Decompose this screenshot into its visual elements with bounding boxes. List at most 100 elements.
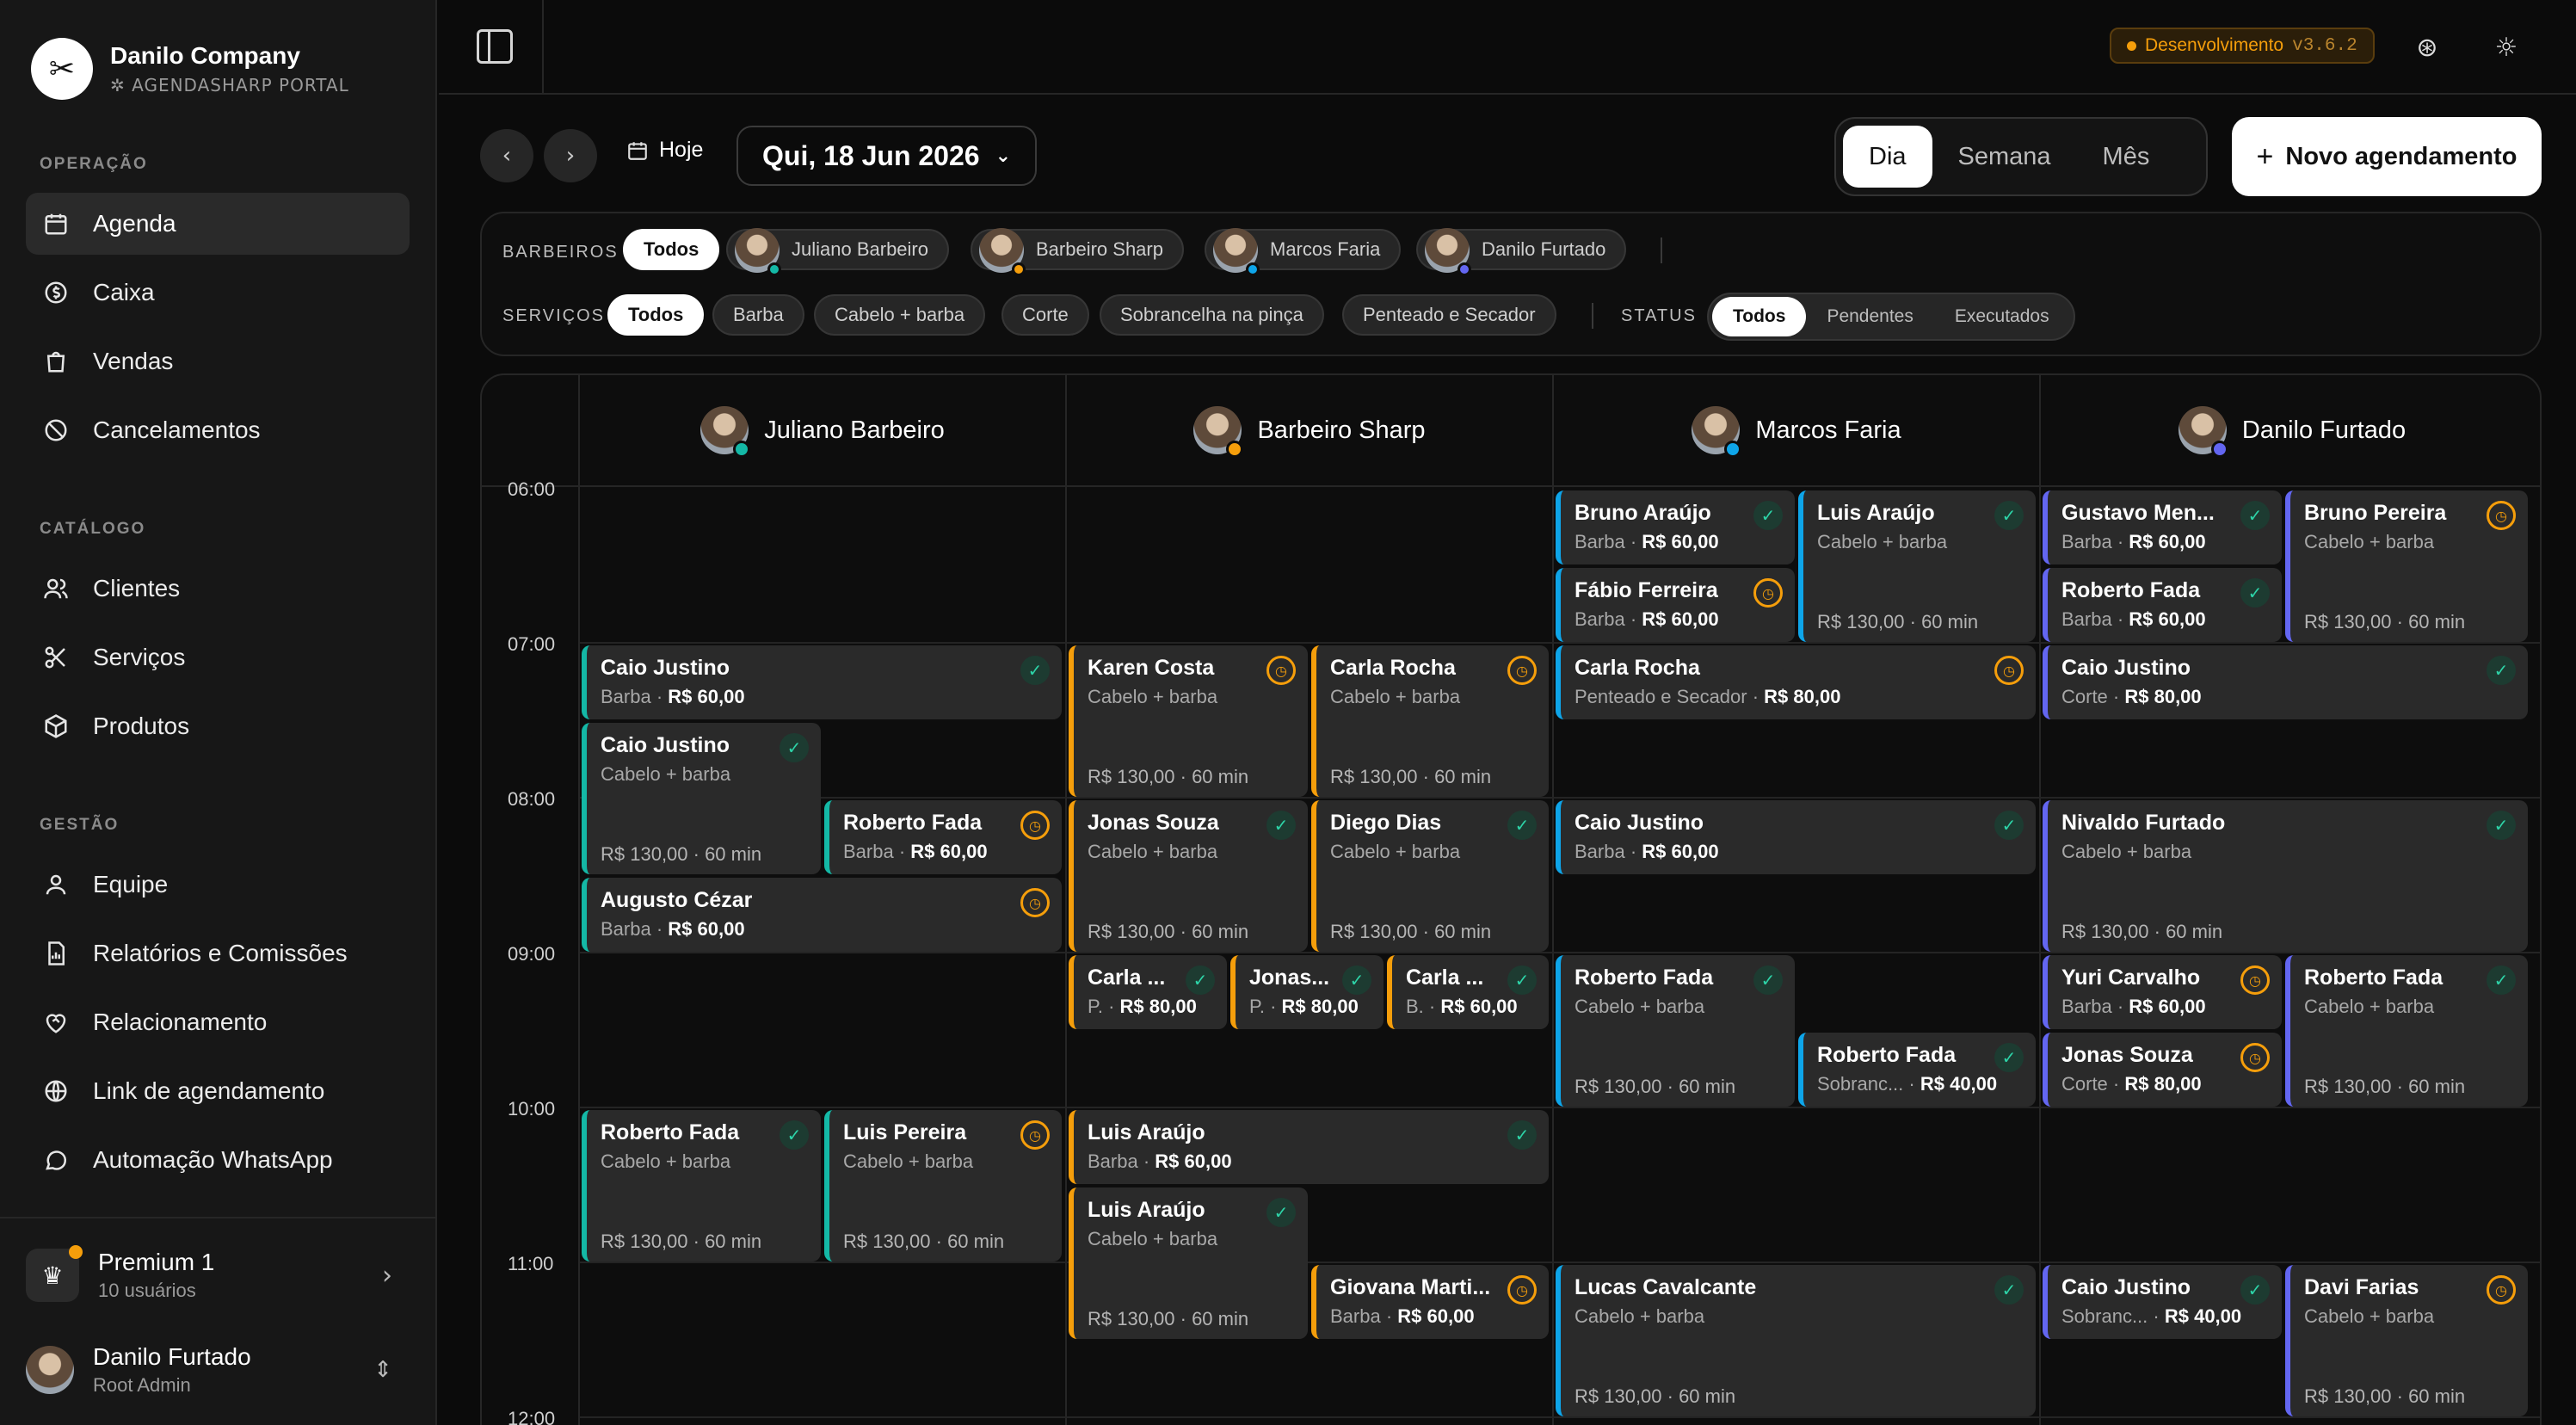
column-header-sharp: Barbeiro Sharp (1065, 375, 1552, 485)
status-filter-all[interactable]: Todos (1712, 297, 1807, 336)
appointment-card[interactable]: Caio Justino Barba · R$ 60,00 ✓ (582, 645, 1062, 719)
appointment-card[interactable]: Karen Costa Cabelo + barba R$ 130,00 · 60 … (1069, 645, 1308, 797)
appointment-card[interactable]: Caio Justino Barba · R$ 60,00 ✓ (1556, 800, 2036, 874)
barber-filter-juliano[interactable]: Juliano Barbeiro (726, 228, 949, 276)
nav-item-relatorios[interactable]: Relatórios e Comissões (26, 922, 410, 984)
appointment-card[interactable]: Jonas Souza Cabelo + barba R$ 130,00 · 60 … (1069, 800, 1308, 952)
new-appointment-button[interactable]: + Novo agendamento (2232, 117, 2542, 196)
appointment-card[interactable]: Jonas Souza Corte · R$ 80,00 ◷ (2043, 1033, 2282, 1107)
clock-pending-icon: ◷ (1020, 1120, 1050, 1150)
view-day-button[interactable]: Dia (1843, 126, 1932, 188)
sun-icon[interactable]: ☼ (2490, 31, 2523, 64)
today-button[interactable]: Hoje (626, 138, 703, 163)
appointment-card[interactable]: Yuri Carvalho Barba · R$ 60,00 ◷ (2043, 955, 2282, 1029)
appointment-card[interactable]: Roberto Fada Cabelo + barba R$ 130,00 · 60… (2285, 955, 2528, 1107)
lifebuoy-icon[interactable]: ⊛ (2411, 31, 2444, 64)
shopping-bag-icon (41, 347, 71, 376)
nav-item-cancelamentos[interactable]: Cancelamentos (26, 399, 410, 461)
service-filter-all[interactable]: Todos (607, 294, 705, 336)
appointment-client: Roberto Fada (1575, 965, 1714, 990)
nav-item-servicos[interactable]: Serviços (26, 626, 410, 688)
separator: · (1624, 531, 1642, 552)
appointment-card[interactable]: Bruno Araújo Barba · R$ 60,00 ✓ (1556, 490, 1795, 564)
appointment-card[interactable]: Roberto Fada Barba · R$ 60,00 ◷ (824, 800, 1062, 874)
view-week-button[interactable]: Semana (1932, 126, 2077, 188)
appointment-card[interactable]: Luis Pereira Cabelo + barba R$ 130,00 · 60… (824, 1110, 1062, 1262)
appointment-card[interactable]: Lucas Cavalcante Cabelo + barba R$ 130,00 … (1556, 1265, 2036, 1416)
appointment-card[interactable]: Roberto Fada Sobranc... · R$ 40,00 ✓ (1798, 1033, 2036, 1107)
sidebar-toggle-icon[interactable] (477, 29, 513, 64)
nav-item-equipe[interactable]: Equipe (26, 854, 410, 916)
nav-item-automacao-whatsapp[interactable]: Automação WhatsApp (26, 1129, 410, 1191)
nav-item-agenda[interactable]: Agenda (26, 193, 410, 255)
nav-item-caixa[interactable]: Caixa (26, 262, 410, 324)
appointment-card[interactable]: Augusto Cézar Barba · R$ 60,00 ◷ (582, 878, 1062, 952)
barber-filter-all[interactable]: Todos (623, 229, 720, 270)
appointment-price: R$ 80,00 (1119, 996, 1197, 1017)
appointment-card[interactable]: Caio Justino Corte · R$ 80,00 ✓ (2043, 645, 2528, 719)
service-filter-sobrancelha[interactable]: Sobrancelha na pinça (1100, 294, 1324, 336)
appointment-card[interactable]: Carla Rocha Cabelo + barba R$ 130,00 · 60 … (1311, 645, 1549, 797)
appointment-card[interactable]: Nivaldo Furtado Cabelo + barba R$ 130,00 ·… (2043, 800, 2528, 952)
appointment-price-duration: R$ 130,00 · 60 min (1817, 611, 1979, 632)
date-picker[interactable]: Qui, 18 Jun 2026 ⌄ (736, 126, 1037, 186)
appointment-service: Cabelo + barba (1088, 841, 1218, 862)
appointment-card[interactable]: Jonas... P. · R$ 80,00 ✓ (1230, 955, 1384, 1029)
appointment-card[interactable]: Carla Rocha Penteado e Secador · R$ 80,00… (1556, 645, 2036, 719)
chevron-right-icon: › (382, 1260, 392, 1291)
service-filter-cabelo-barba[interactable]: Cabelo + barba (814, 294, 986, 336)
appointment-service: Barba (2061, 996, 2112, 1017)
users-icon (41, 574, 71, 603)
barber-filter-danilo[interactable]: Danilo Furtado (1416, 228, 1627, 276)
appointment-client: Roberto Fada (2061, 578, 2201, 602)
appointment-card[interactable]: Davi Farias Cabelo + barba R$ 130,00 · 60 … (2285, 1265, 2528, 1416)
appointment-card[interactable]: Roberto Fada Cabelo + barba R$ 130,00 · 60… (582, 1110, 821, 1262)
appointment-card[interactable]: Caio Justino Sobranc... · R$ 40,00 ✓ (2043, 1265, 2282, 1339)
service-filter-corte[interactable]: Corte (1001, 294, 1089, 336)
appointment-card[interactable]: Caio Justino Cabelo + barba R$ 130,00 · 60… (582, 723, 821, 874)
check-done-icon: ✓ (1186, 965, 1215, 995)
nav-item-link-agendamento[interactable]: Link de agendamento (26, 1060, 410, 1122)
appointment-card[interactable]: Giovana Marti... Barba · R$ 60,00 ◷ (1311, 1265, 1549, 1339)
nav-item-produtos[interactable]: Produtos (26, 695, 410, 757)
nav-item-vendas[interactable]: Vendas (26, 330, 410, 392)
next-day-button[interactable]: › (544, 129, 597, 182)
view-month-button[interactable]: Mês (2077, 126, 2176, 188)
appointment-price: R$ 60,00 (2129, 996, 2206, 1017)
appointment-price: R$ 60,00 (668, 686, 745, 707)
separator: · (2111, 608, 2129, 630)
appointment-card[interactable]: Luis Araújo Cabelo + barba R$ 130,00 · 60 … (1798, 490, 2036, 642)
barber-color-dot (1724, 441, 1742, 458)
status-filter-pending[interactable]: Pendentes (1806, 297, 1933, 336)
appointment-card[interactable]: Roberto Fada Cabelo + barba R$ 130,00 · 60… (1556, 955, 1795, 1107)
appointment-price: R$ 60,00 (1397, 1305, 1475, 1327)
appointment-card[interactable]: Gustavo Men... Barba · R$ 60,00 ✓ (2043, 490, 2282, 564)
appointment-card[interactable]: Carla ... P. · R$ 80,00 ✓ (1069, 955, 1227, 1029)
time-label: 09:00 (508, 943, 556, 965)
service-filter-barba[interactable]: Barba (712, 294, 804, 336)
appointment-card[interactable]: Bruno Pereira Cabelo + barba R$ 130,00 · 6… (2285, 490, 2528, 642)
appointment-price: R$ 60,00 (1642, 841, 1719, 862)
nav-item-relacionamento[interactable]: Relacionamento (26, 991, 410, 1053)
company-switcher[interactable]: ✂ Danilo Company ✲ AGENDASHARP PORTAL (31, 38, 349, 100)
appointment-card[interactable]: Diego Dias Cabelo + barba R$ 130,00 · 60 m… (1311, 800, 1549, 952)
prev-day-button[interactable]: ‹ (480, 129, 533, 182)
user-menu[interactable]: Danilo Furtado Root Admin ⇕ (26, 1339, 410, 1401)
service-filter-penteado[interactable]: Penteado e Secador (1342, 294, 1556, 336)
appointment-details: Barba · R$ 60,00 (843, 841, 1050, 863)
barber-filter-marcos[interactable]: Marcos Faria (1205, 228, 1402, 276)
separator: · (1264, 996, 1282, 1017)
appointment-card[interactable]: Luis Araújo Cabelo + barba R$ 130,00 · 60 … (1069, 1188, 1308, 1339)
clock-pending-icon: ◷ (1266, 656, 1296, 685)
plan-card[interactable]: ♛ Premium 1 10 usuários › (26, 1244, 410, 1306)
barber-color-dot (1457, 262, 1471, 276)
barber-filter-sharp[interactable]: Barbeiro Sharp (971, 228, 1184, 276)
appointment-card[interactable]: Luis Araújo Barba · R$ 60,00 ✓ (1069, 1110, 1549, 1184)
nav-item-clientes[interactable]: Clientes (26, 558, 410, 620)
avatar (1425, 228, 1471, 276)
status-filter-done[interactable]: Executados (1934, 297, 2070, 336)
appointment-details: Corte · R$ 80,00 (2061, 1073, 2270, 1095)
appointment-card[interactable]: Fábio Ferreira Barba · R$ 60,00 ◷ (1556, 568, 1795, 642)
appointment-card[interactable]: Carla ... B. · R$ 60,00 ✓ (1387, 955, 1549, 1029)
appointment-card[interactable]: Roberto Fada Barba · R$ 60,00 ✓ (2043, 568, 2282, 642)
